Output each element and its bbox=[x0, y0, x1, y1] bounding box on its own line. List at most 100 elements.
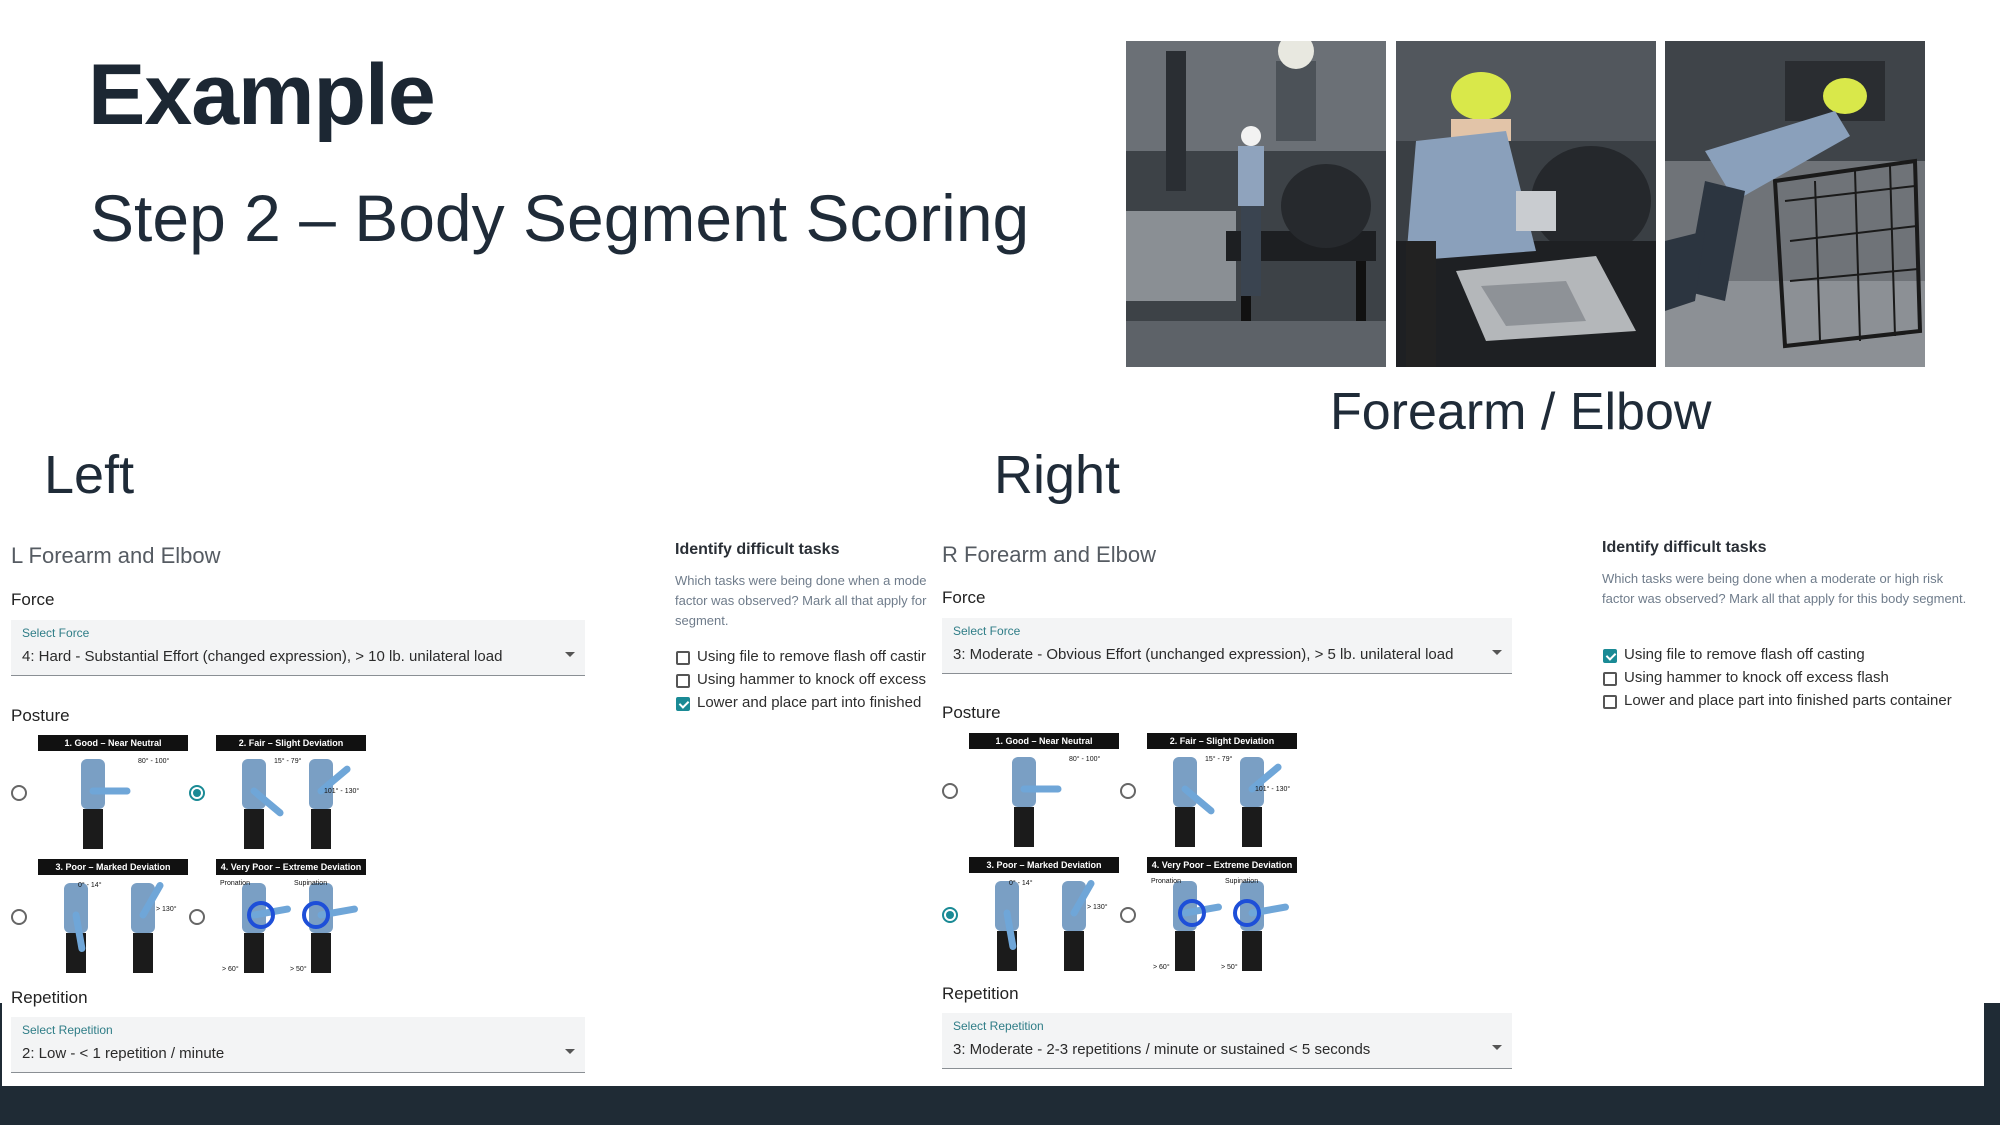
left-posture-option-1[interactable]: 1. Good – Near Neutral 80° - 100° bbox=[38, 735, 188, 850]
posture-angle-note: 101° - 130° bbox=[1255, 785, 1290, 793]
left-force-select[interactable]: Select Force 4: Hard - Substantial Effor… bbox=[11, 620, 585, 676]
left-posture-radio-1[interactable] bbox=[11, 785, 27, 801]
right-posture-option-3[interactable]: 3. Poor – Marked Deviation 0° - 14° > 130° bbox=[969, 857, 1119, 972]
left-posture-radio-2[interactable] bbox=[189, 785, 205, 801]
left-tasks-help: Which tasks were being done when a mode … bbox=[675, 573, 927, 628]
posture-option-title: 4. Very Poor – Extreme Deviation bbox=[1147, 857, 1297, 873]
worker-photo-1 bbox=[1126, 41, 1386, 367]
left-posture-option-3[interactable]: 3. Poor – Marked Deviation 0° - 14° > 130° bbox=[38, 859, 188, 974]
right-force-select-value: 3: Moderate - Obvious Effort (unchanged … bbox=[953, 646, 1454, 663]
left-force-select-value: 4: Hard - Substantial Effort (changed ex… bbox=[22, 648, 503, 665]
caret-down-icon bbox=[1492, 650, 1502, 655]
left-tasks-title: Identify difficult tasks bbox=[675, 541, 840, 558]
right-tasks-title: Identify difficult tasks bbox=[1602, 539, 1767, 556]
left-task-label-3[interactable]: Lower and place part into finished bbox=[697, 694, 921, 711]
left-posture-radio-4[interactable] bbox=[189, 909, 205, 925]
right-task-checkbox-2[interactable] bbox=[1603, 672, 1617, 686]
worker-photo-2 bbox=[1396, 41, 1656, 367]
left-task-label-1[interactable]: Using file to remove flash off castir bbox=[697, 648, 926, 665]
caret-down-icon bbox=[565, 1049, 575, 1054]
left-repetition-select-value: 2: Low - < 1 repetition / minute bbox=[22, 1045, 225, 1062]
posture-angle-note: 0° - 14° bbox=[1009, 879, 1033, 887]
right-posture-radio-4[interactable] bbox=[1120, 907, 1136, 923]
right-task-label-2[interactable]: Using hammer to knock off excess flash bbox=[1624, 669, 1889, 686]
posture-option-title: 1. Good – Near Neutral bbox=[38, 735, 188, 751]
left-task-checkbox-3[interactable] bbox=[676, 697, 690, 711]
right-task-checkbox-3[interactable] bbox=[1603, 695, 1617, 709]
posture-option-title: 3. Poor – Marked Deviation bbox=[969, 857, 1119, 873]
right-posture-label: Posture bbox=[942, 703, 1001, 722]
posture-angle-note: 15° - 79° bbox=[274, 757, 302, 765]
posture-angle-note: 15° - 79° bbox=[1205, 755, 1233, 763]
posture-angle-note: Pronation bbox=[220, 880, 250, 887]
posture-angle-note: Supination bbox=[1225, 878, 1258, 885]
left-force-select-caption: Select Force bbox=[22, 626, 90, 640]
right-posture-option-1[interactable]: 1. Good – Near Neutral 80° - 100° bbox=[969, 733, 1119, 848]
caret-down-icon bbox=[1492, 1045, 1502, 1050]
posture-angle-note: Pronation bbox=[1151, 878, 1181, 885]
posture-illustration: 0° - 14° > 130° bbox=[64, 881, 177, 973]
posture-angle-note: > 130° bbox=[1087, 903, 1108, 911]
posture-illustration: Pronation Supination > 60° > 50° bbox=[1151, 878, 1289, 971]
section-label: Forearm / Elbow bbox=[1330, 383, 1712, 441]
posture-illustration: 80° - 100° bbox=[1012, 755, 1100, 847]
footer-accent bbox=[1984, 1003, 2000, 1088]
left-repetition-select-caption: Select Repetition bbox=[22, 1023, 113, 1037]
left-task-checkbox-1[interactable] bbox=[676, 651, 690, 665]
left-posture-option-4[interactable]: 4. Very Poor – Extreme Deviation Pronatio… bbox=[216, 859, 366, 974]
right-tasks-help: Which tasks were being done when a moder… bbox=[1602, 571, 1967, 606]
right-force-select[interactable]: Select Force 3: Moderate - Obvious Effor… bbox=[942, 618, 1512, 674]
left-task-checkbox-2[interactable] bbox=[676, 674, 690, 688]
left-force-label: Force bbox=[11, 590, 55, 609]
right-repetition-select-caption: Select Repetition bbox=[953, 1019, 1044, 1033]
left-side-label: Left bbox=[44, 445, 135, 505]
left-task-label-2[interactable]: Using hammer to knock off excess bbox=[697, 671, 926, 688]
posture-illustration: Pronation Supination > 60° > 50° bbox=[220, 880, 358, 973]
slide-subtitle: Step 2 – Body Segment Scoring bbox=[90, 181, 1030, 255]
posture-angle-note: 80° - 100° bbox=[138, 757, 169, 765]
right-task-label-3[interactable]: Lower and place part into finished parts… bbox=[1624, 692, 1952, 709]
posture-angle-note: 80° - 100° bbox=[1069, 755, 1100, 763]
posture-illustration: 0° - 14° > 130° bbox=[995, 879, 1108, 971]
posture-angle-note: > 130° bbox=[156, 905, 177, 913]
right-force-label: Force bbox=[942, 588, 986, 607]
posture-option-title: 4. Very Poor – Extreme Deviation bbox=[216, 859, 366, 875]
right-repetition-label: Repetition bbox=[942, 984, 1019, 1003]
posture-option-title: 2. Fair – Slight Deviation bbox=[216, 735, 366, 751]
right-posture-radio-1[interactable] bbox=[942, 783, 958, 799]
posture-illustration: 15° - 79° 101° - 130° bbox=[1173, 755, 1290, 847]
right-force-select-caption: Select Force bbox=[953, 624, 1021, 638]
right-tasks-panel: Identify difficult tasks Which tasks wer… bbox=[1602, 539, 1992, 719]
left-repetition-select[interactable]: Select Repetition 2: Low - < 1 repetitio… bbox=[11, 1017, 585, 1073]
right-posture-option-2[interactable]: 2. Fair – Slight Deviation 15° - 79° 101° … bbox=[1147, 733, 1297, 848]
left-tasks-panel: Identify difficult tasks Which tasks wer… bbox=[675, 541, 939, 721]
right-repetition-select-value: 3: Moderate - 2-3 repetitions / minute o… bbox=[953, 1041, 1371, 1058]
right-repetition-select[interactable]: Select Repetition 3: Moderate - 2-3 repe… bbox=[942, 1013, 1512, 1069]
left-posture-option-2[interactable]: 2. Fair – Slight Deviation 15° - 79° 101° … bbox=[216, 735, 366, 850]
right-panel-title: R Forearm and Elbow bbox=[942, 542, 1156, 567]
right-task-label-1[interactable]: Using file to remove flash off casting bbox=[1624, 646, 1865, 663]
posture-option-title: 1. Good – Near Neutral bbox=[969, 733, 1119, 749]
left-repetition-label: Repetition bbox=[11, 988, 88, 1007]
posture-angle-note: Supination bbox=[294, 880, 327, 887]
slide-title: Example bbox=[88, 47, 436, 143]
left-posture-label: Posture bbox=[11, 706, 70, 725]
right-task-checkbox-1[interactable] bbox=[1603, 649, 1617, 663]
footer-accent-left bbox=[0, 1003, 2, 1088]
right-posture-radio-2[interactable] bbox=[1120, 783, 1136, 799]
left-panel-title: L Forearm and Elbow bbox=[11, 543, 221, 568]
posture-angle-note: > 60° bbox=[222, 965, 239, 973]
left-posture-radio-3[interactable] bbox=[11, 909, 27, 925]
posture-illustration: 80° - 100° bbox=[81, 757, 169, 849]
posture-angle-note: > 50° bbox=[290, 965, 307, 973]
right-posture-radio-3[interactable] bbox=[942, 907, 958, 923]
footer-bar bbox=[0, 1086, 2000, 1125]
posture-option-title: 3. Poor – Marked Deviation bbox=[38, 859, 188, 875]
worker-photo-3 bbox=[1665, 41, 1925, 367]
posture-option-title: 2. Fair – Slight Deviation bbox=[1147, 733, 1297, 749]
posture-angle-note: > 60° bbox=[1153, 963, 1170, 971]
posture-illustration: 15° - 79° 101° - 130° bbox=[242, 757, 359, 849]
right-posture-option-4[interactable]: 4. Very Poor – Extreme Deviation Pronatio… bbox=[1147, 857, 1297, 972]
caret-down-icon bbox=[565, 652, 575, 657]
right-side-label: Right bbox=[994, 445, 1121, 505]
